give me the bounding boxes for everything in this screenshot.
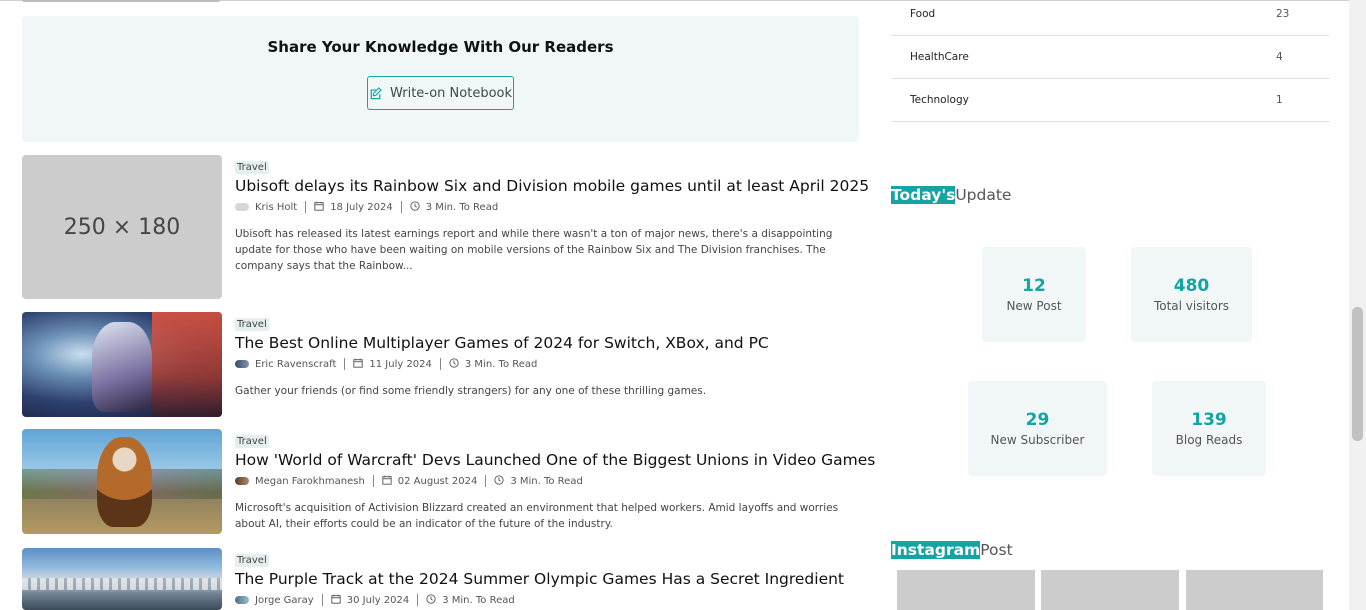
stat-value: 139	[1191, 410, 1227, 430]
article-title[interactable]: The Purple Track at the 2024 Summer Olym…	[235, 570, 859, 588]
category-name[interactable]: HealthCare	[910, 51, 969, 63]
sidebar-category-technology[interactable]: Technology 1	[891, 79, 1330, 122]
instagram-post-heading: InstagramPost	[891, 541, 1013, 559]
stat-label: Blog Reads	[1175, 433, 1243, 447]
article-date: 02 August 2024	[397, 475, 478, 487]
stat-new-post: 12 New Post	[982, 247, 1086, 342]
article-date: 11 July 2024	[369, 358, 432, 370]
article-card[interactable]: Travel How 'World of Warcraft' Devs Laun…	[22, 429, 875, 534]
article-date: 18 July 2024	[330, 201, 393, 213]
read-time: 3 Min. To Read	[442, 594, 515, 606]
heading-highlight: Today's	[891, 186, 956, 204]
previous-item-edge	[22, 0, 220, 2]
stat-label: New Subscriber	[990, 433, 1085, 447]
article-card[interactable]: Travel The Purple Track at the 2024 Summ…	[22, 548, 859, 610]
write-on-notebook-button[interactable]: Write-on Notebook	[367, 76, 514, 110]
category-tag[interactable]: Travel	[235, 435, 269, 448]
category-count: 4	[1276, 51, 1283, 63]
author-name[interactable]: Jorge Garay	[255, 595, 314, 606]
stat-new-subscriber: 29 New Subscriber	[968, 381, 1107, 476]
todays-update-heading: Today'sUpdate	[891, 186, 1011, 204]
write-on-notebook-label: Write-on Notebook	[389, 85, 513, 101]
clock-icon	[449, 357, 459, 371]
article-excerpt: Microsoft's acquisition of Activision Bl…	[235, 502, 839, 530]
category-count: 1	[1276, 94, 1283, 106]
article-title[interactable]: How 'World of Warcraft' Devs Launched On…	[235, 451, 875, 469]
heading-rest: Update	[955, 186, 1012, 204]
read-time: 3 Min. To Read	[425, 201, 499, 213]
article-image-placeholder[interactable]: 250 × 180	[22, 155, 222, 299]
stat-total-visitors: 480 Total visitors	[1131, 247, 1252, 342]
edit-icon	[369, 86, 382, 100]
calendar-icon	[314, 201, 324, 214]
instagram-image[interactable]	[1186, 570, 1323, 610]
article-meta: Eric Ravenscraft 11 July 2024 3 Min. To …	[235, 357, 859, 371]
stat-value: 29	[1025, 410, 1050, 430]
author-avatar	[235, 203, 249, 211]
article-title[interactable]: The Best Online Multiplayer Games of 202…	[235, 334, 859, 352]
article-excerpt: Gather your friends (or find some friend…	[235, 385, 707, 397]
article-card[interactable]: Travel The Best Online Multiplayer Games…	[22, 312, 859, 417]
article-excerpt: Ubisoft has released its latest earnings…	[235, 228, 833, 272]
calendar-icon	[353, 358, 363, 371]
heading-highlight: Instagram	[891, 541, 981, 559]
author-avatar	[235, 596, 249, 604]
placeholder-size-text: 250 × 180	[63, 214, 181, 240]
article-meta: Jorge Garay 30 July 2024 3 Min. To Read	[235, 593, 859, 607]
author-avatar	[235, 360, 249, 368]
author-name[interactable]: Eric Ravenscraft	[255, 359, 336, 370]
heading-rest: Post	[980, 541, 1013, 559]
author-name[interactable]: Kris Holt	[255, 202, 297, 213]
article-date: 30 July 2024	[346, 594, 410, 606]
clock-icon	[494, 474, 504, 488]
category-tag[interactable]: Travel	[235, 318, 269, 331]
stat-value: 480	[1173, 276, 1210, 296]
instagram-image[interactable]	[1041, 570, 1179, 610]
article-image[interactable]	[22, 312, 222, 417]
clock-icon	[410, 200, 420, 214]
scrollbar-thumb[interactable]	[1352, 307, 1363, 441]
read-time: 3 Min. To Read	[510, 475, 583, 487]
stat-value: 12	[1022, 276, 1046, 296]
sidebar-category-healthcare[interactable]: HealthCare 4	[891, 36, 1330, 79]
author-avatar	[235, 477, 249, 485]
stat-blog-reads: 139 Blog Reads	[1152, 381, 1266, 476]
stat-label: Total visitors	[1153, 299, 1230, 313]
category-count: 23	[1276, 8, 1290, 20]
article-meta: Kris Holt 18 July 2024 3 Min. To Read	[235, 200, 859, 214]
clock-icon	[426, 593, 436, 607]
stat-label: New Post	[1006, 299, 1062, 313]
category-name[interactable]: Technology	[910, 94, 969, 106]
category-tag[interactable]: Travel	[235, 554, 269, 567]
author-name[interactable]: Megan Farokhmanesh	[255, 476, 365, 487]
sidebar-category-food[interactable]: Food 23	[891, 0, 1330, 36]
instagram-image[interactable]	[897, 570, 1035, 610]
article-image[interactable]	[22, 548, 222, 610]
category-tag[interactable]: Travel	[235, 161, 269, 174]
read-time: 3 Min. To Read	[464, 358, 538, 370]
calendar-icon	[382, 475, 392, 488]
article-image[interactable]	[22, 429, 222, 534]
share-title: Share Your Knowledge With Our Readers	[267, 38, 614, 56]
share-knowledge-card: Share Your Knowledge With Our Readers Wr…	[22, 16, 859, 142]
article-title[interactable]: Ubisoft delays its Rainbow Six and Divis…	[235, 177, 869, 195]
article-card[interactable]: 250 × 180 Travel Ubisoft delays its Rain…	[22, 155, 869, 299]
page-scrollbar[interactable]	[1349, 0, 1366, 610]
calendar-icon	[331, 594, 341, 607]
article-meta: Megan Farokhmanesh 02 August 2024 3 Min.…	[235, 474, 859, 488]
category-name[interactable]: Food	[910, 8, 935, 20]
